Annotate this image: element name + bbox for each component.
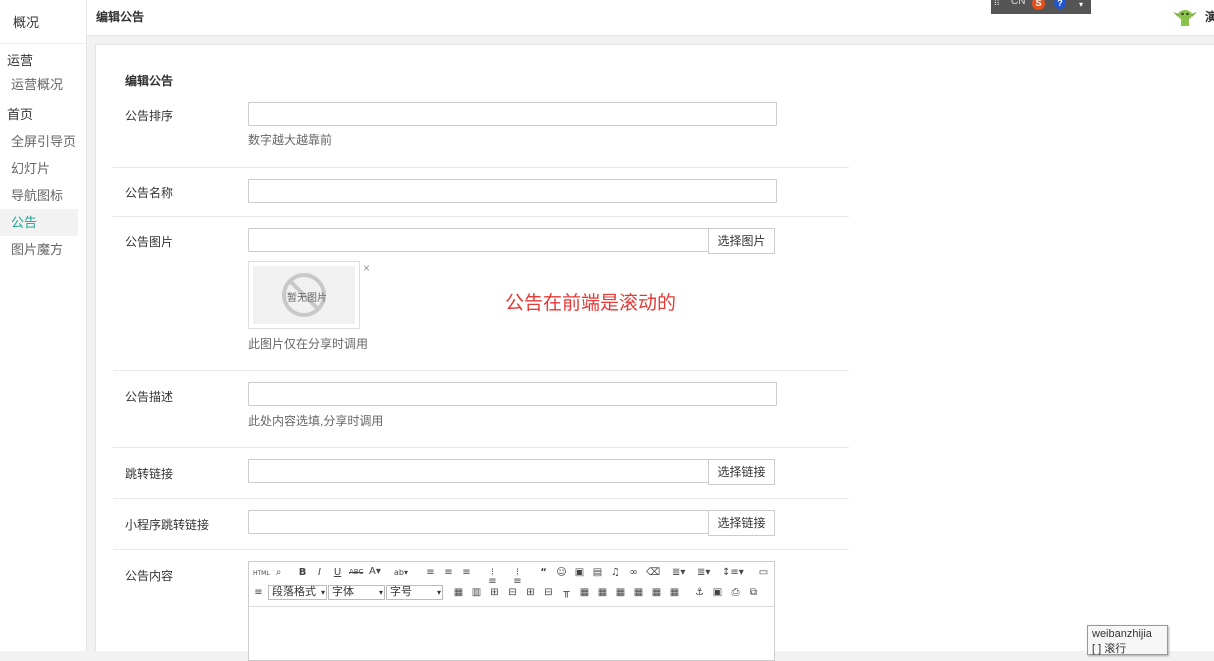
name-input[interactable] (248, 179, 777, 203)
select-image-button[interactable]: 选择图片 (708, 228, 775, 254)
underline-icon[interactable]: U (332, 568, 343, 578)
name-label: 公告名称 (125, 186, 174, 200)
merge-down-icon[interactable]: ▦ (615, 588, 626, 598)
font-size-select[interactable]: 字号 ▾ (386, 585, 443, 600)
insert-image-icon[interactable]: ▣ (712, 588, 723, 598)
sort-label: 公告排序 (125, 109, 174, 123)
divider (113, 370, 849, 371)
sidebar-group-operations: 运营 (7, 53, 34, 68)
format-icon[interactable]: ≡ (253, 588, 264, 598)
close-icon[interactable]: × (363, 261, 370, 275)
desc-input[interactable] (248, 382, 777, 406)
chevron-down-icon[interactable]: ▾ (1079, 0, 1083, 9)
edit-panel: 编辑公告 公告排序 数字越大越靠前 公告名称 公告图片 选择图片 暂无图片 × … (95, 44, 1214, 661)
font-color-icon[interactable]: A▾ (369, 567, 381, 577)
user-name-truncated[interactable]: 演 (1205, 8, 1214, 25)
content-label: 公告内容 (125, 569, 174, 583)
divider (113, 216, 849, 217)
sidebar-item-nav-icons[interactable]: 导航图标 (0, 182, 78, 209)
sidebar-item-fullscreen-guide[interactable]: 全屏引导页 (0, 128, 78, 155)
sidebar: 概况 运营 运营概况 首页 全屏引导页 幻灯片 导航图标 公告 图片魔方 (0, 0, 87, 651)
unordered-list-icon[interactable]: ⁝≡ (512, 568, 523, 587)
image-label: 公告图片 (125, 235, 174, 249)
grid-icon[interactable]: ⁞⁞ (994, 0, 1000, 8)
sidebar-item-image-cube[interactable]: 图片魔方 (0, 236, 78, 263)
input-method-bar: ⁞⁞ CN S ? ▾ (991, 0, 1091, 14)
desc-label: 公告描述 (125, 390, 174, 404)
sidebar-item-slides[interactable]: 幻灯片 (0, 155, 78, 182)
s-logo-icon[interactable]: S (1032, 0, 1045, 10)
sidebar-item-operations-overview[interactable]: 运营概况 (0, 71, 78, 98)
sidebar-overview[interactable]: 概况 (0, 0, 86, 44)
html-icon[interactable]: HTML (253, 569, 270, 578)
sidebar-group-home: 首页 (7, 107, 34, 122)
align-right-icon[interactable]: ≡ (461, 568, 472, 578)
eraser-icon[interactable]: ⌫ (646, 568, 660, 578)
divider (113, 498, 849, 499)
page-title: 编辑公告 (96, 10, 145, 24)
align-center-icon[interactable]: ≡ (443, 568, 454, 578)
ordered-list-icon[interactable]: ⁝≡ (487, 568, 498, 587)
link-input[interactable] (248, 459, 710, 483)
divider (113, 549, 849, 550)
sidebar-item-announcement[interactable]: 公告 (0, 209, 78, 236)
split-cells-icon[interactable]: ▦ (633, 588, 644, 598)
strike-icon[interactable]: ABC (349, 568, 363, 577)
template-icon[interactable]: ⧉ (748, 588, 759, 598)
split-icon[interactable]: ╥ (561, 588, 572, 598)
print-icon[interactable]: ⎙ (730, 588, 741, 598)
video-icon[interactable]: ▤ (592, 568, 603, 578)
merge-cells-icon[interactable]: ▦ (579, 588, 590, 598)
line-height-icon[interactable]: ↕≡▾ (722, 568, 744, 578)
image-icon[interactable]: ▣ (574, 568, 585, 578)
insert-col-icon[interactable]: ⊞ (525, 588, 536, 598)
divider (113, 447, 849, 448)
music-icon[interactable]: ♫ (610, 568, 621, 578)
sort-help: 数字越大越靠前 (248, 133, 333, 147)
select-mini-link-button[interactable]: 选择链接 (708, 510, 775, 536)
merge-right-icon[interactable]: ▦ (597, 588, 608, 598)
image-preview[interactable]: 暂无图片 (248, 261, 360, 329)
no-image-text: 暂无图片 (287, 293, 327, 304)
link-icon[interactable]: ∞ (628, 568, 639, 578)
image-help: 此图片仅在分享时调用 (248, 337, 369, 351)
italic-icon[interactable]: I (314, 568, 325, 578)
emoji-icon[interactable]: ☺ (556, 568, 567, 578)
anchor-icon[interactable]: ⚓ (694, 588, 705, 598)
editor-toolbar: HTML ⌕ B I U ABC A▾ ab▾ ≡ ≡ ≡ ⁝≡ ⁝≡ “ ☺ … (249, 562, 774, 607)
indent-icon[interactable]: ≣▾ (672, 568, 685, 578)
select-link-button[interactable]: 选择链接 (708, 459, 775, 485)
desc-help: 此处内容选填,分享时调用 (248, 414, 384, 428)
quote-icon[interactable]: “ (538, 568, 549, 578)
split-rows-icon[interactable]: ▦ (651, 588, 662, 598)
font-family-select[interactable]: 字体 ▾ (328, 585, 385, 600)
delete-row-icon[interactable]: ⊟ (507, 588, 518, 598)
mini-link-input[interactable] (248, 510, 710, 534)
paragraph-format-select[interactable]: 段落格式 ▾ (268, 585, 327, 600)
mini-link-label: 小程序跳转链接 (125, 518, 210, 532)
sort-input[interactable] (248, 102, 777, 126)
image-input[interactable] (248, 228, 710, 252)
split-cols-icon[interactable]: ▦ (669, 588, 680, 598)
divider (113, 167, 849, 168)
highlight-icon[interactable]: ab▾ (394, 568, 408, 577)
section-title: 编辑公告 (125, 74, 174, 88)
link-label: 跳转链接 (125, 467, 174, 481)
annotation-text: 公告在前端是滚动的 (505, 293, 677, 314)
table-props-icon[interactable]: ▥ (471, 588, 482, 598)
lang-indicator[interactable]: CN (1011, 0, 1025, 7)
avatar[interactable] (1172, 6, 1198, 31)
delete-col-icon[interactable]: ⊟ (543, 588, 554, 598)
rich-text-editor[interactable]: HTML ⌕ B I U ABC A▾ ab▾ ≡ ≡ ≡ ⁝≡ ⁝≡ “ ☺ … (248, 561, 775, 661)
preview-icon[interactable]: ⌕ (273, 568, 284, 578)
help-icon[interactable]: ? (1054, 0, 1066, 9)
align-left-icon[interactable]: ≡ (425, 568, 436, 578)
insert-row-icon[interactable]: ⊞ (489, 588, 500, 598)
fullscreen-icon[interactable]: ▭ (758, 568, 769, 578)
paragraph-spacing-icon[interactable]: ≣▾ (697, 568, 710, 578)
bold-icon[interactable]: B (297, 568, 308, 578)
table-icon[interactable]: ▦ (453, 588, 464, 598)
